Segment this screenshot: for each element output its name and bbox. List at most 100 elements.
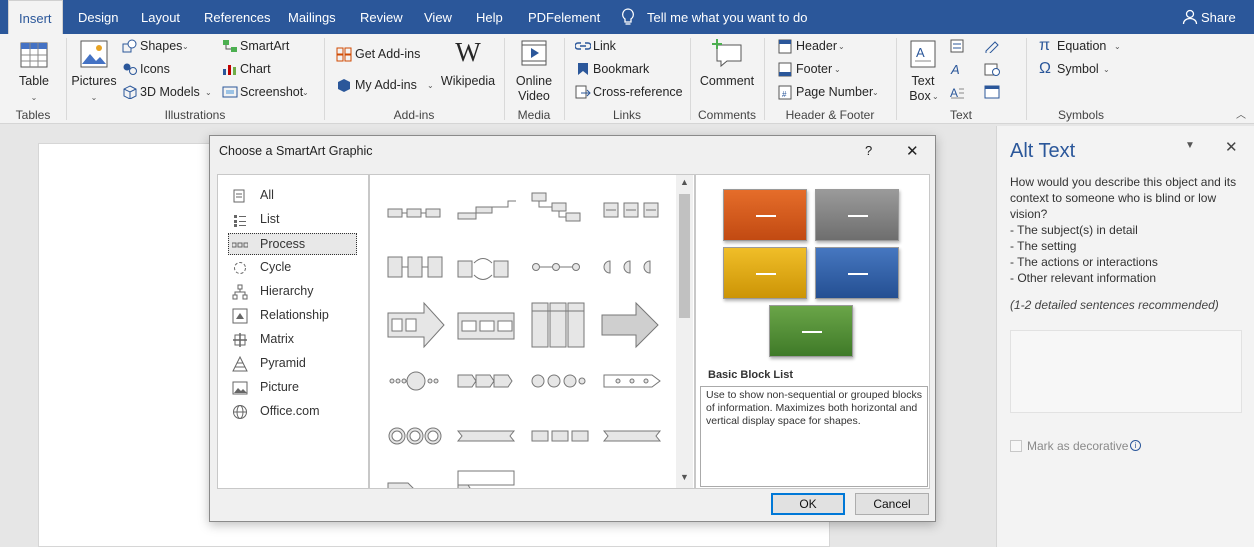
text-box-caret[interactable]: ⌄: [932, 92, 939, 101]
layout-thumbnail: [457, 312, 515, 340]
category-pyramid[interactable]: Pyramid: [229, 353, 357, 375]
svg-text:A: A: [950, 86, 958, 99]
scroll-thumb[interactable]: [679, 194, 690, 318]
shapes-caret[interactable]: ⌄: [182, 42, 189, 51]
category-process[interactable]: Process: [228, 233, 357, 255]
collapse-ribbon-icon[interactable]: ︿: [1236, 106, 1246, 121]
all-icon: [233, 189, 245, 203]
category-hierarchy[interactable]: Hierarchy: [229, 281, 357, 303]
list-icon: [234, 215, 246, 227]
tab-design[interactable]: Design: [78, 0, 118, 34]
online-video-icon: [521, 40, 547, 66]
icons-icon: [123, 63, 137, 75]
alt-text-input[interactable]: [1010, 330, 1242, 413]
my-add-ins-button[interactable]: My Add-ins: [355, 78, 417, 92]
share-button[interactable]: Share: [1201, 0, 1236, 34]
header-icon: [778, 39, 792, 54]
screenshot-button[interactable]: Screenshot: [240, 85, 303, 99]
layout-thumbnail: [532, 263, 580, 271]
group-label-illustrations: Illustrations: [164, 108, 226, 122]
smartart-icon: [223, 40, 237, 52]
pictures-button[interactable]: Pictures: [70, 74, 118, 89]
cancel-button[interactable]: Cancel: [855, 493, 929, 515]
store-add-ins-icon: [336, 47, 352, 62]
tell-me-search[interactable]: Tell me what you want to do: [647, 0, 807, 34]
chart-button[interactable]: Chart: [240, 62, 271, 76]
screenshot-icon: [222, 86, 238, 98]
group-label-text: Text: [949, 108, 972, 122]
scroll-down-arrow[interactable]: ▼: [680, 472, 689, 482]
category-cycle[interactable]: Cycle: [229, 257, 357, 279]
cross-reference-button[interactable]: Cross-reference: [593, 85, 683, 99]
category-all[interactable]: All: [229, 185, 357, 207]
comment-button[interactable]: Comment: [696, 74, 758, 89]
get-add-ins-button[interactable]: Get Add-ins: [355, 47, 420, 61]
table-button[interactable]: Table: [14, 74, 54, 89]
category-office-com[interactable]: Office.com: [229, 401, 357, 423]
page-number-caret[interactable]: ⌄: [872, 88, 879, 97]
close-pane-icon[interactable]: ✕: [1225, 138, 1238, 156]
category-label: Matrix: [260, 332, 295, 346]
symbol-caret[interactable]: ⌄: [1103, 65, 1110, 74]
header-button[interactable]: Header: [796, 39, 837, 53]
tab-view[interactable]: View: [424, 0, 452, 34]
equation-caret[interactable]: ⌄: [1114, 42, 1121, 51]
layout-thumbnail: [387, 482, 414, 488]
info-icon[interactable]: i: [1130, 440, 1141, 451]
shapes-button[interactable]: Shapes: [140, 39, 182, 53]
category-relationship[interactable]: Relationship: [229, 305, 357, 327]
tab-mailings[interactable]: Mailings: [288, 0, 336, 34]
symbol-button[interactable]: Symbol: [1057, 62, 1099, 76]
screenshot-caret[interactable]: ⌄: [302, 88, 309, 97]
tab-insert[interactable]: Insert: [8, 0, 63, 34]
chart-icon: [223, 65, 236, 75]
decorative-checkbox[interactable]: [1010, 440, 1022, 452]
pane-options-dropdown[interactable]: ▼: [1185, 140, 1195, 151]
pictures-dropdown-caret[interactable]: ⌄: [70, 90, 118, 105]
tab-review[interactable]: Review: [360, 0, 403, 34]
online-video-label-1[interactable]: Online: [508, 74, 560, 89]
category-list-item[interactable]: List: [229, 209, 357, 231]
preview-description-box: Use to show non-sequential or grouped bl…: [700, 386, 928, 487]
category-matrix[interactable]: Matrix: [229, 329, 357, 351]
tab-pdfelement[interactable]: PDFelement: [528, 0, 600, 34]
hierarchy-icon: [232, 284, 248, 300]
equation-button[interactable]: Equation: [1057, 39, 1106, 53]
cross-reference-icon: [575, 85, 591, 99]
close-dialog-button[interactable]: ✕: [906, 142, 919, 160]
scroll-up-arrow[interactable]: ▲: [680, 177, 689, 187]
table-dropdown-caret[interactable]: ⌄: [14, 90, 54, 105]
text-box-label-1[interactable]: Text: [902, 74, 944, 89]
date-time-icon: [984, 63, 1000, 76]
group-label-symbols: Symbols: [1057, 108, 1104, 122]
online-video-label-2[interactable]: Video: [508, 89, 560, 104]
matrix-icon: [233, 333, 247, 347]
page-number-button[interactable]: Page Number: [796, 85, 873, 99]
tab-help[interactable]: Help: [476, 0, 503, 34]
3d-models-caret[interactable]: ⌄: [205, 88, 212, 97]
layout-thumbnail: [457, 470, 515, 488]
smartart-dialog: Choose a SmartArt Graphic ? ✕ All List P…: [209, 135, 936, 522]
footer-caret[interactable]: ⌄: [834, 65, 841, 74]
help-button[interactable]: ?: [865, 143, 872, 158]
group-label-links: Links: [612, 108, 641, 122]
smartart-button[interactable]: SmartArt: [240, 39, 289, 53]
my-add-ins-caret[interactable]: ⌄: [427, 81, 434, 90]
tab-layout[interactable]: Layout: [141, 0, 180, 34]
header-caret[interactable]: ⌄: [838, 42, 845, 51]
layout-thumbnail: [457, 374, 513, 388]
layout-thumbnail: [603, 260, 651, 274]
tab-references[interactable]: References: [204, 0, 270, 34]
bookmark-button[interactable]: Bookmark: [593, 62, 649, 76]
wikipedia-button[interactable]: Wikipedia: [440, 74, 496, 89]
layout-thumbnails: [387, 192, 662, 488]
icons-button[interactable]: Icons: [140, 62, 170, 76]
ok-button[interactable]: OK: [771, 493, 845, 515]
3d-models-button[interactable]: 3D Models: [140, 85, 200, 99]
gallery-scrollbar[interactable]: ▲ ▼: [676, 175, 693, 488]
category-picture[interactable]: Picture: [229, 377, 357, 399]
footer-button[interactable]: Footer: [796, 62, 832, 76]
link-button[interactable]: Link: [593, 39, 616, 53]
my-add-ins-icon: [338, 79, 350, 92]
preview-block-green: [769, 305, 853, 357]
